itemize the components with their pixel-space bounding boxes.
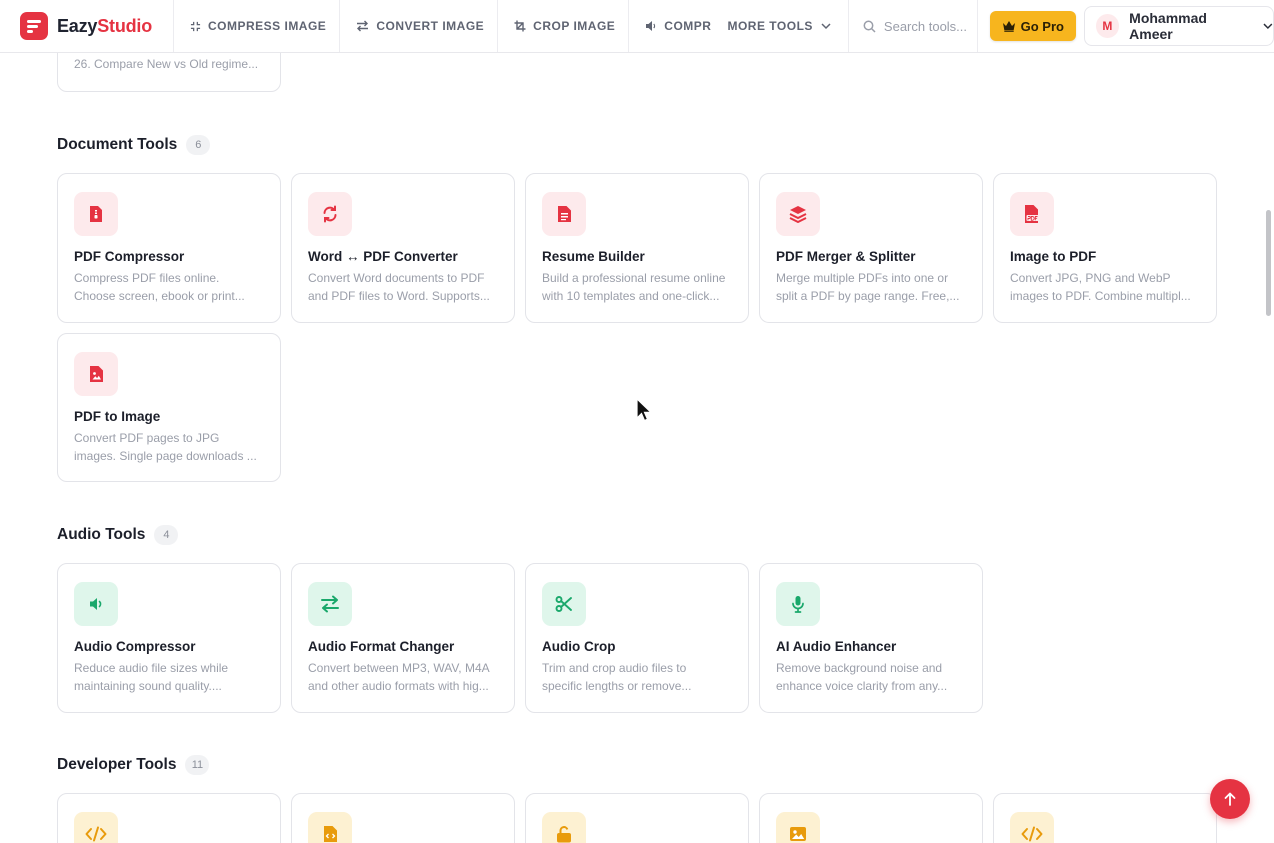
swap-arrows-icon — [308, 582, 352, 626]
more-tools-dropdown[interactable]: MORE TOOLS — [715, 0, 843, 52]
brand-logo[interactable]: EazyStudio — [0, 0, 174, 52]
nav-compress-audio[interactable]: COMPR — [629, 0, 715, 52]
scissors-icon — [542, 582, 586, 626]
speaker-icon — [74, 582, 118, 626]
code-icon — [1010, 812, 1054, 843]
count-badge: 4 — [154, 525, 179, 545]
layers-icon — [776, 192, 820, 236]
tool-card-title: PDF to Image — [74, 409, 161, 424]
section-title-developer-tools: Developer Tools 11 — [57, 755, 210, 775]
chevron-down-icon — [821, 22, 831, 29]
compress-icon — [190, 21, 201, 31]
chevron-down-icon — [1263, 23, 1273, 29]
crop-icon — [514, 20, 526, 32]
tool-card-pdf-to-image[interactable]: PDF to Image Convert PDF pages to JPG ima… — [57, 333, 281, 482]
tool-card[interactable] — [993, 793, 1217, 843]
user-menu[interactable]: M Mohammad Ameer — [1083, 6, 1274, 46]
count-badge: 6 — [186, 135, 211, 155]
logo-icon — [20, 12, 48, 40]
section-title-audio-tools: Audio Tools 4 — [57, 525, 179, 545]
search-input[interactable]: Search tools... — [884, 19, 967, 34]
tool-card[interactable] — [525, 793, 749, 843]
tool-card-desc: 26. Compare New vs Old regime... — [74, 57, 259, 71]
tool-card-title: PDF Compressor — [74, 249, 185, 264]
tool-card-pdf-merger-splitter[interactable]: PDF Merger & Splitter Merge multiple PDF… — [759, 173, 983, 323]
image-icon — [776, 812, 820, 843]
mouse-cursor-icon — [636, 398, 653, 422]
tool-card-desc: Convert Word documents to PDF and PDF fil… — [308, 271, 490, 303]
back-to-top-button[interactable] — [1210, 779, 1250, 819]
section-title-document-tools: Document Tools 6 — [57, 135, 211, 155]
tool-card-title: Image to PDF — [1010, 249, 1097, 264]
nav-convert-image[interactable]: CONVERT IMAGE — [340, 0, 499, 52]
speaker-icon — [646, 21, 656, 31]
count-badge: 11 — [185, 755, 210, 775]
tool-card-word-pdf-converter[interactable]: Word ↔ PDF Converter Convert Word docume… — [291, 173, 515, 323]
tool-card-desc: Remove background noise and enhance voice… — [776, 661, 948, 693]
brand-name: EazyStudio — [57, 15, 153, 36]
tool-card-audio-compressor[interactable]: Audio Compressor Reduce audio file sizes… — [57, 563, 281, 713]
pdf-file-icon — [1010, 192, 1054, 236]
avatar: M — [1095, 14, 1120, 38]
tool-card-title: Resume Builder — [542, 249, 645, 264]
swap-icon — [357, 20, 369, 32]
tool-card-ai-audio-enhancer[interactable]: AI Audio Enhancer Remove background nois… — [759, 563, 983, 713]
code-icon — [74, 812, 118, 843]
tool-card-title: Word ↔ PDF Converter — [308, 249, 458, 264]
microphone-icon — [776, 582, 820, 626]
tool-card-title: PDF Merger & Splitter — [776, 249, 916, 264]
tool-card-desc: Convert JPG, PNG and WebP images to PDF. … — [1010, 271, 1191, 303]
search-box[interactable]: Search tools... — [847, 0, 978, 52]
tool-card-pdf-compressor[interactable]: PDF Compressor Compress PDF files online… — [57, 173, 281, 323]
tool-card-desc: Merge multiple PDFs into one or split a P… — [776, 271, 960, 303]
tool-card-desc: Trim and crop audio files to specific len… — [542, 661, 692, 693]
user-name: Mohammad Ameer — [1129, 10, 1207, 42]
tool-card-desc: Convert between MP3, WAV, M4A and other a… — [308, 661, 490, 693]
tool-card-title: AI Audio Enhancer — [776, 639, 897, 654]
nav-compress-image[interactable]: COMPRESS IMAGE — [174, 0, 341, 52]
refresh-icon — [308, 192, 352, 236]
pdf-compress-icon — [74, 192, 118, 236]
tool-card[interactable] — [759, 793, 983, 843]
tool-card-title: Audio Compressor — [74, 639, 196, 654]
unlock-icon — [542, 812, 586, 843]
tool-card-desc: Compress PDF files online. Choose screen,… — [74, 271, 245, 303]
nav-crop-image[interactable]: CROP IMAGE — [498, 0, 630, 52]
tool-card-desc: Convert PDF pages to JPG images. Single p… — [74, 431, 257, 463]
crown-icon — [1002, 21, 1015, 32]
tool-card-desc: Build a professional resume online with 1… — [542, 271, 726, 303]
search-icon — [863, 20, 876, 33]
scrollbar[interactable] — [1266, 210, 1271, 316]
go-pro-button[interactable]: Go Pro — [989, 11, 1076, 41]
tool-card[interactable] — [57, 793, 281, 843]
tool-card[interactable] — [291, 793, 515, 843]
tool-card-title: Audio Crop — [542, 639, 616, 654]
tool-card-resume-builder[interactable]: Resume Builder Build a professional resu… — [525, 173, 749, 323]
top-navbar: EazyStudio COMPRESS IMAGE CONVERT IMAGE … — [0, 0, 1274, 53]
code-file-icon — [308, 812, 352, 843]
document-icon — [542, 192, 586, 236]
tool-card-image-to-pdf[interactable]: Image to PDF Convert JPG, PNG and WebP im… — [993, 173, 1217, 323]
tool-card-title: Audio Format Changer — [308, 639, 455, 654]
tool-card-audio-crop[interactable]: Audio Crop Trim and crop audio files to s… — [525, 563, 749, 713]
image-file-icon — [74, 352, 118, 396]
tool-card-audio-format-changer[interactable]: Audio Format Changer Convert between MP3… — [291, 563, 515, 713]
tool-card-desc: Reduce audio file sizes while maintaining… — [74, 661, 229, 693]
arrow-up-icon — [1224, 792, 1236, 806]
